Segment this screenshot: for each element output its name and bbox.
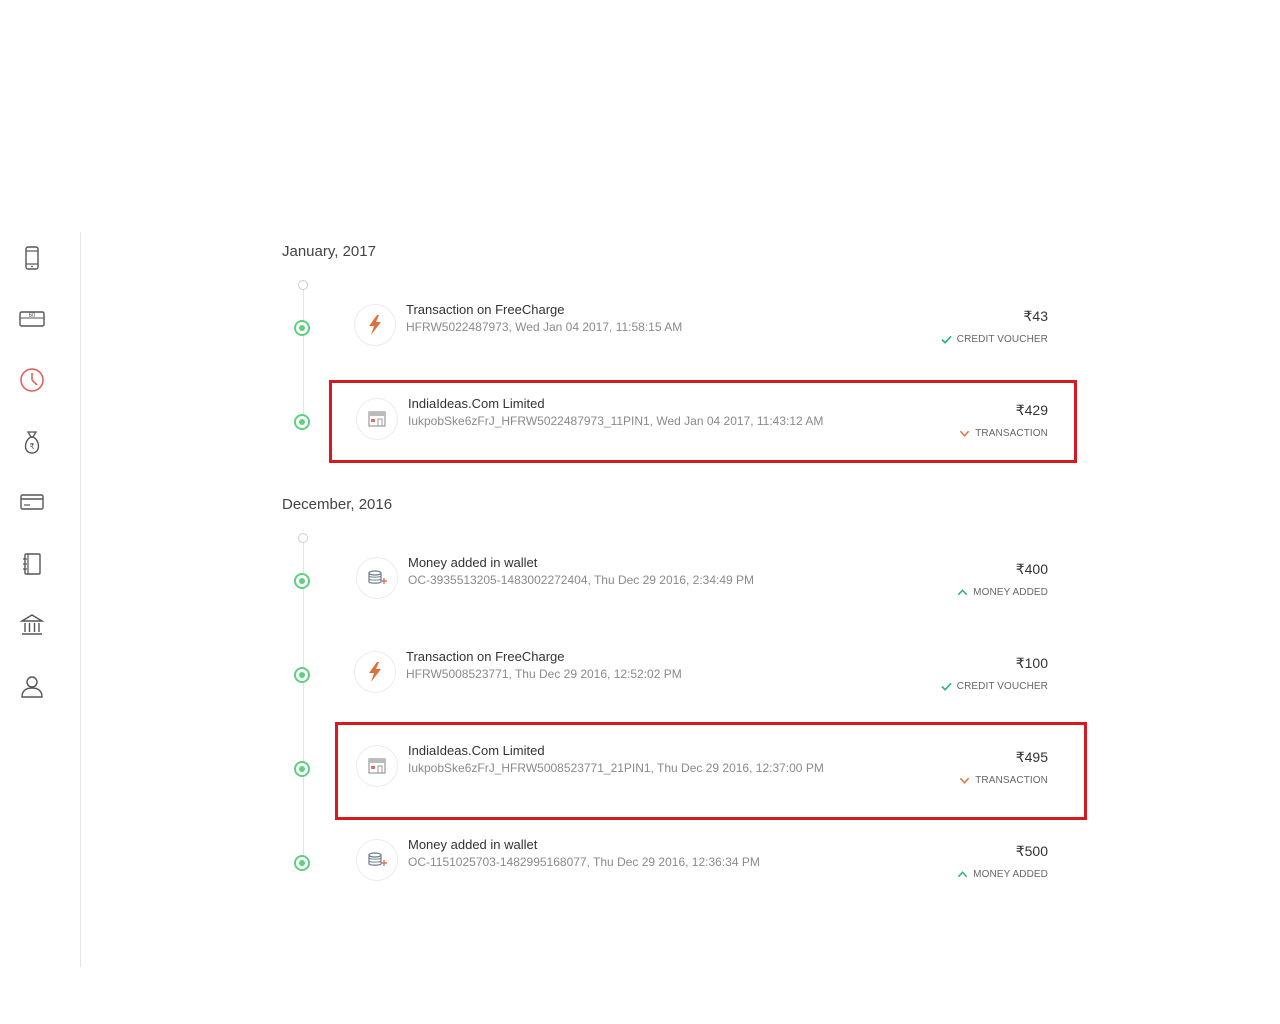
transaction-title: Money added in wallet <box>408 837 538 852</box>
nav-mobile[interactable] <box>18 244 46 272</box>
nav-profile[interactable] <box>18 672 46 700</box>
timeline-node <box>294 573 310 589</box>
timeline-line <box>303 541 304 865</box>
timeline-start-dot <box>298 533 308 543</box>
timeline-node <box>294 667 310 683</box>
nav-cards[interactable] <box>18 488 46 516</box>
timeline-node <box>294 414 310 430</box>
transaction-details: OC-3935513205-1483002272404, Thu Dec 29 … <box>408 573 755 587</box>
wallet-add-icon <box>356 557 398 599</box>
month-heading: January, 2017 <box>282 243 376 260</box>
check-icon <box>941 335 952 344</box>
clock-icon <box>20 368 44 392</box>
nav-money-bag[interactable]: ₹ <box>18 428 46 456</box>
nav-bank[interactable] <box>18 611 46 639</box>
transaction-row[interactable]: Money added in wallet OC-1151025703-1482… <box>354 837 1052 899</box>
svg-text:₹: ₹ <box>29 442 34 451</box>
gift-card-text: 60 <box>29 313 36 319</box>
status-tag-label: MONEY ADDED <box>973 869 1048 880</box>
freecharge-icon <box>354 651 396 693</box>
user-icon <box>21 676 43 698</box>
status-tag: CREDIT VOUCHER <box>941 681 1048 692</box>
transaction-row[interactable]: Transaction on FreeCharge HFRW5008523771… <box>352 649 1052 711</box>
transaction-details: HFRW5008523771, Thu Dec 29 2016, 12:52:0… <box>406 667 682 681</box>
status-tag-label: CREDIT VOUCHER <box>956 334 1048 345</box>
transaction-row[interactable]: Transaction on FreeCharge HFRW5022487973… <box>352 302 1052 364</box>
nav-gift-card[interactable]: 60 <box>18 305 46 333</box>
timeline-node <box>294 855 310 871</box>
card-icon <box>20 494 44 510</box>
highlight-box <box>329 380 1077 463</box>
transaction-amount: ₹500 <box>1015 843 1048 859</box>
nav-history[interactable] <box>18 366 46 394</box>
transaction-title: Transaction on FreeCharge <box>406 649 565 664</box>
wallet-add-icon <box>356 839 398 881</box>
transaction-amount: ₹400 <box>1015 561 1048 577</box>
gift-card-icon: 60 <box>19 311 45 327</box>
status-tag: MONEY ADDED <box>957 869 1048 880</box>
chevron-up-icon <box>958 871 968 878</box>
nav-passbook[interactable] <box>18 550 46 578</box>
timeline-line <box>303 288 304 424</box>
sidebar-nav: 60 ₹ <box>0 232 81 967</box>
status-tag-label: MONEY ADDED <box>973 587 1048 598</box>
mobile-icon <box>25 246 39 270</box>
transaction-title: Money added in wallet <box>408 555 538 570</box>
transaction-row[interactable]: Money added in wallet OC-3935513205-1483… <box>354 555 1052 617</box>
status-tag: MONEY ADDED <box>957 587 1048 598</box>
chevron-up-icon <box>958 589 968 596</box>
timeline-node <box>294 761 310 777</box>
timeline-start-dot <box>298 280 308 290</box>
highlight-box <box>335 722 1087 820</box>
transaction-amount: ₹100 <box>1015 655 1048 671</box>
status-tag-label: CREDIT VOUCHER <box>956 681 1048 692</box>
bank-icon <box>19 614 45 635</box>
month-heading: December, 2016 <box>282 496 393 513</box>
timeline-node <box>294 320 310 336</box>
freecharge-icon <box>354 304 396 346</box>
transaction-details: OC-1151025703-1482995168077, Thu Dec 29 … <box>408 855 760 869</box>
transaction-amount: ₹43 <box>1023 308 1048 324</box>
check-icon <box>941 682 952 691</box>
notebook-icon <box>23 553 41 575</box>
money-bag-icon: ₹ <box>24 431 40 454</box>
status-tag: CREDIT VOUCHER <box>941 334 1048 345</box>
transaction-title: Transaction on FreeCharge <box>406 302 565 317</box>
transaction-details: HFRW5022487973, Wed Jan 04 2017, 11:58:1… <box>406 320 683 334</box>
